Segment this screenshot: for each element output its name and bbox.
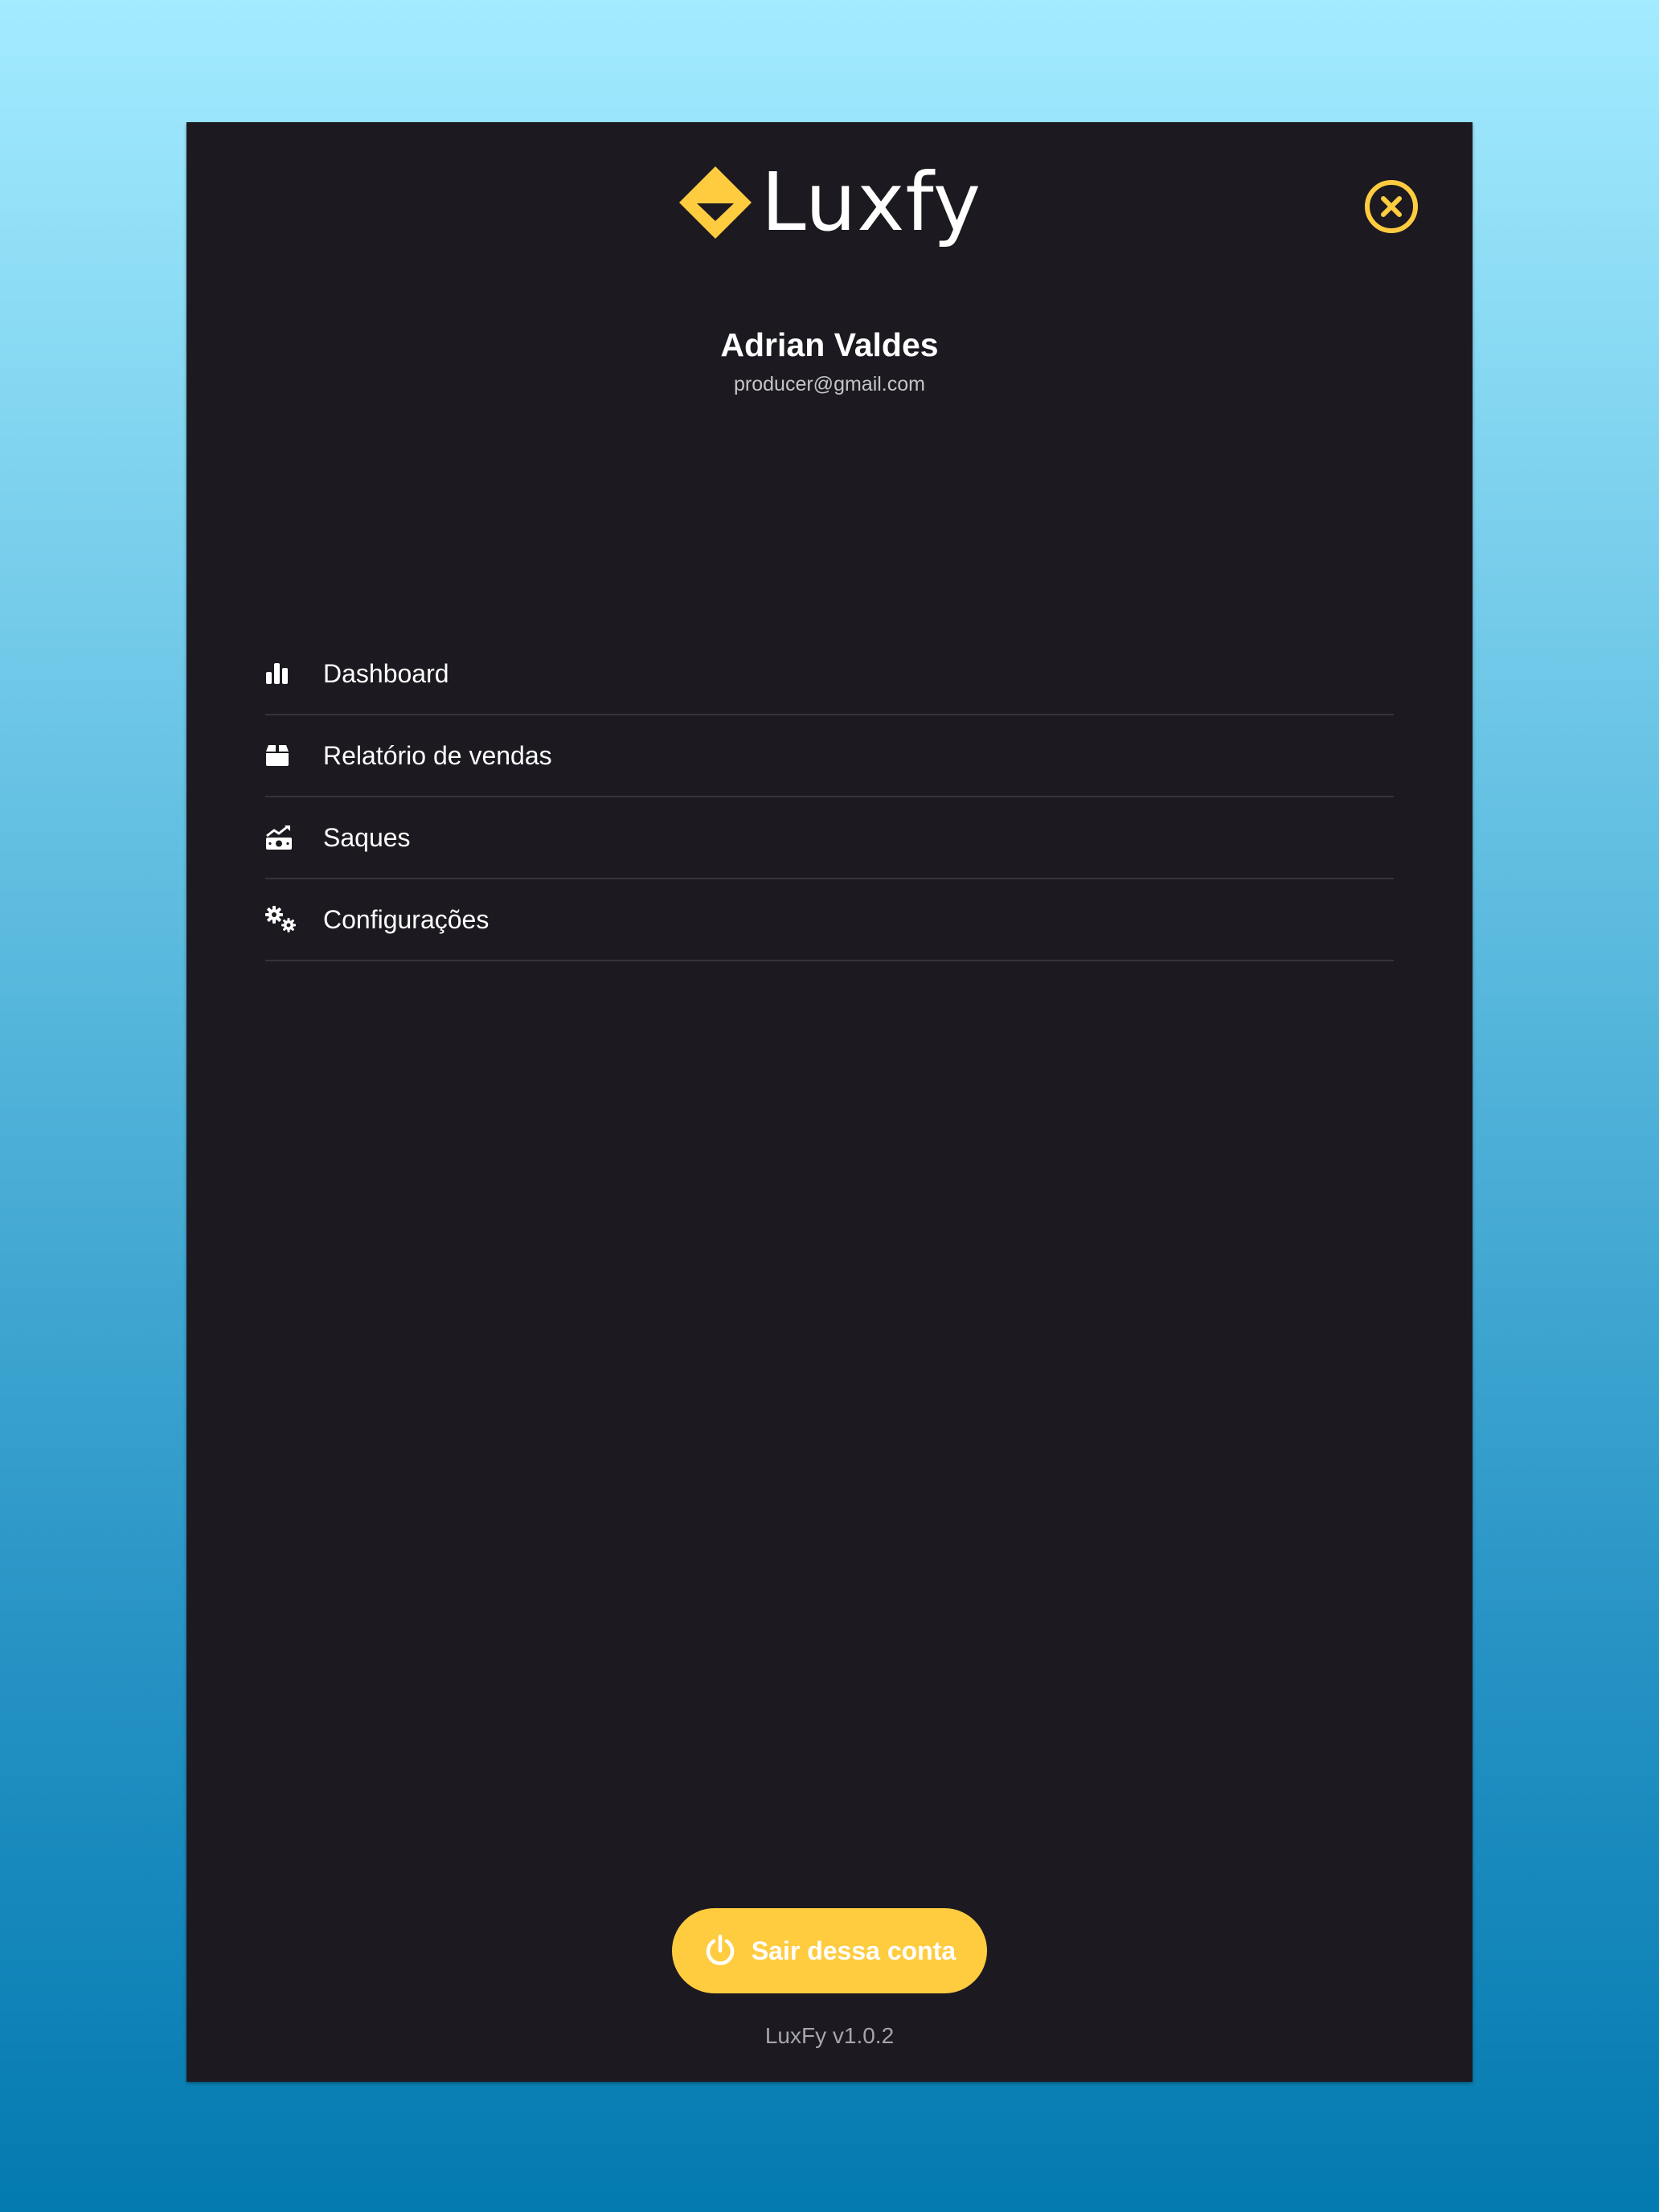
menu-item-dashboard[interactable]: Dashboard [265, 633, 1394, 715]
box-icon [265, 739, 299, 772]
power-icon [706, 1934, 735, 1965]
user-email: producer@gmail.com [734, 373, 925, 395]
bar-chart-icon [265, 657, 299, 690]
app-version: LuxFy v1.0.2 [764, 2023, 895, 2048]
nav-menu: Dashboard Relatório de vendas Saques Con… [265, 633, 1394, 961]
close-button[interactable] [1363, 178, 1419, 235]
logout-button[interactable]: Sair dessa conta [672, 1908, 987, 1993]
user-name: Adrian Valdes [720, 326, 939, 363]
menu-item-withdrawals[interactable]: Saques [265, 797, 1394, 879]
menu-item-label: Configurações [323, 905, 490, 934]
logo-text: Luxfy [760, 155, 982, 249]
menu-item-sales-report[interactable]: Relatório de vendas [265, 715, 1394, 797]
menu-item-label: Relatório de vendas [323, 741, 552, 770]
gears-icon [265, 903, 299, 936]
menu-item-settings[interactable]: Configurações [265, 879, 1394, 961]
luxfy-diamond-icon [678, 166, 752, 239]
side-menu-panel: Luxfy Adrian Valdes producer@gmail.com D… [186, 122, 1473, 2082]
menu-item-label: Dashboard [323, 659, 449, 688]
menu-item-label: Saques [323, 823, 411, 852]
money-trend-icon [265, 821, 299, 854]
logout-label: Sair dessa conta [751, 1936, 956, 1965]
app-logo: Luxfy [186, 154, 1473, 251]
close-circle-icon [1365, 180, 1418, 233]
